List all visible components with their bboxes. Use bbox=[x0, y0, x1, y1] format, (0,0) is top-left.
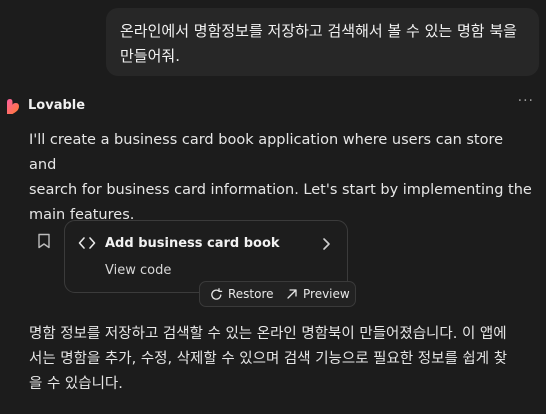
artifact-action-bar: Restore Preview bbox=[199, 281, 356, 307]
more-options-button[interactable]: ··· bbox=[518, 93, 534, 109]
message-line: I'll create a business card book applica… bbox=[29, 132, 504, 173]
preview-label: Preview bbox=[303, 287, 350, 301]
assistant-header: Lovable ··· bbox=[6, 93, 540, 117]
restore-label: Restore bbox=[228, 287, 274, 301]
lovable-logo-icon bbox=[7, 99, 19, 114]
message-line: 서는 명함을 추가, 수정, 삭제할 수 있으며 검색 기능으로 필요한 정보를… bbox=[29, 351, 508, 367]
restore-button[interactable]: Restore bbox=[210, 282, 274, 306]
restore-icon bbox=[211, 287, 223, 300]
user-message-line: 만들어줘. bbox=[120, 47, 180, 65]
bookmark-icon[interactable] bbox=[37, 233, 51, 249]
preview-button[interactable]: Preview bbox=[286, 282, 350, 306]
view-code-link[interactable]: View code bbox=[105, 263, 171, 278]
assistant-summary-message: 명함 정보를 저장하고 검색할 수 있는 온라인 명함북이 만들어졌습니다. 이… bbox=[29, 322, 534, 397]
artifact-title: Add business card book bbox=[105, 236, 280, 251]
message-line: search for business card information. Le… bbox=[29, 182, 532, 198]
message-line: 을 수 있습니다. bbox=[29, 376, 123, 392]
user-message-bubble: 온라인에서 명함정보를 저장하고 검색해서 볼 수 있는 명함 북을 만들어줘. bbox=[106, 8, 539, 76]
external-arrow-icon bbox=[287, 289, 297, 299]
code-icon bbox=[78, 237, 96, 249]
assistant-name: Lovable bbox=[28, 98, 86, 113]
chevron-right-icon[interactable] bbox=[321, 237, 331, 251]
message-line: 명함 정보를 저장하고 검색할 수 있는 온라인 명함북이 만들어졌습니다. 이… bbox=[29, 326, 507, 342]
user-message-line: 온라인에서 명함정보를 저장하고 검색해서 볼 수 있는 명함 북을 bbox=[120, 22, 517, 40]
assistant-intro-message: I'll create a business card book applica… bbox=[29, 128, 534, 228]
